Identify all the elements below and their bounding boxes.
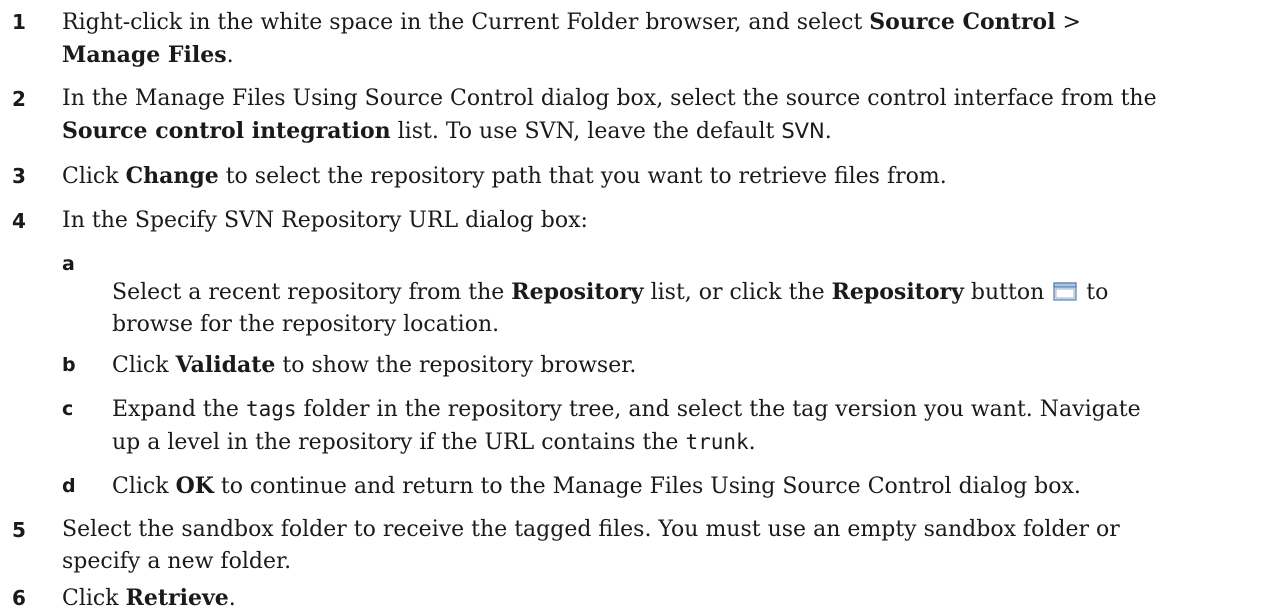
step-text: In the Specify SVN Repository URL dialog… [62,205,1251,237]
repository-button-label: Repository [831,279,964,305]
step-text-segment: Click [112,353,176,378]
ok-button-label: OK [175,473,214,499]
substep-text: Expand the tags folder in the repository… [112,393,1251,459]
step-text-segment: . [824,119,832,144]
step-text: Click Change to select the repository pa… [62,160,1251,193]
retrieve-button-label: Retrieve [125,585,229,611]
menu-item-manage-files: Manage Files [62,42,227,68]
step-number: 6 [12,586,26,610]
step-number: 3 [12,164,26,188]
step-text-segment: to show the repository browser. [275,353,637,378]
step-text-segment: folder in the repository tree, and selec… [296,397,1141,422]
tags-folder-name: tags [245,397,297,421]
step-text-segment: up a level in the repository if the URL … [112,430,686,455]
step-text-segment: . [226,43,234,68]
validate-button-label: Validate [175,352,276,378]
trunk-folder-name: trunk [685,430,749,454]
substep-text: Click Validate to show the repository br… [112,349,1251,382]
step-text-segment: Right-click in the white space in the Cu… [62,10,870,35]
step-text-segment: list. To use SVN, leave the default [390,119,782,144]
step-number: 2 [12,87,26,111]
step-text-segment: Select a recent repository from the [112,280,512,305]
step-number: 5 [12,518,26,542]
substep-text: Select a recent repository from the Repo… [112,276,1251,341]
source-control-integration-label: Source control integration [62,118,391,144]
step-text-segment: specify a new folder. [62,549,292,574]
substep-letter: c [62,398,74,420]
repository-list-label: Repository [511,279,644,305]
step-text: In the Manage Files Using Source Control… [62,83,1251,148]
step-text-segment: > [1055,10,1081,35]
step-text-segment: In the Manage Files Using Source Control… [62,86,1157,111]
step-number: 4 [12,209,26,233]
step-text-segment: Click [112,474,176,499]
step-text: Click Retrieve. [62,582,1251,615]
step-text: Right-click in the white space in the Cu… [62,6,1251,72]
step-text-segment: In the Specify SVN Repository URL dialog… [62,208,588,233]
step-text-segment: . [748,430,756,455]
substep-letter: b [62,354,76,376]
step-text-segment: to select the repository path that you w… [218,164,947,189]
step-text-segment: Expand the [112,397,246,422]
substep-text: Click OK to continue and return to the M… [112,470,1251,503]
step-text-segment: browse for the repository location. [112,312,500,337]
substep-letter: a [62,253,75,275]
step-text-segment: to [1079,280,1109,305]
step-text: Select the sandbox folder to receive the… [62,514,1251,578]
step-text-segment: button [963,280,1052,305]
step-number: 1 [12,10,26,34]
change-button-label: Change [125,163,219,189]
step-text-segment: Click [62,586,126,611]
menu-item-source-control: Source Control [869,9,1056,35]
step-text-segment: to continue and return to the Manage Fil… [213,474,1081,499]
step-text-segment: Click [62,164,126,189]
step-text-segment: . [228,586,236,611]
step-text-segment: list, or click the [643,280,832,305]
step-text-segment: Select the sandbox folder to receive the… [62,517,1120,542]
svn-value: SVN [781,119,825,143]
substep-letter: d [62,475,76,497]
folder-icon [1053,280,1077,302]
